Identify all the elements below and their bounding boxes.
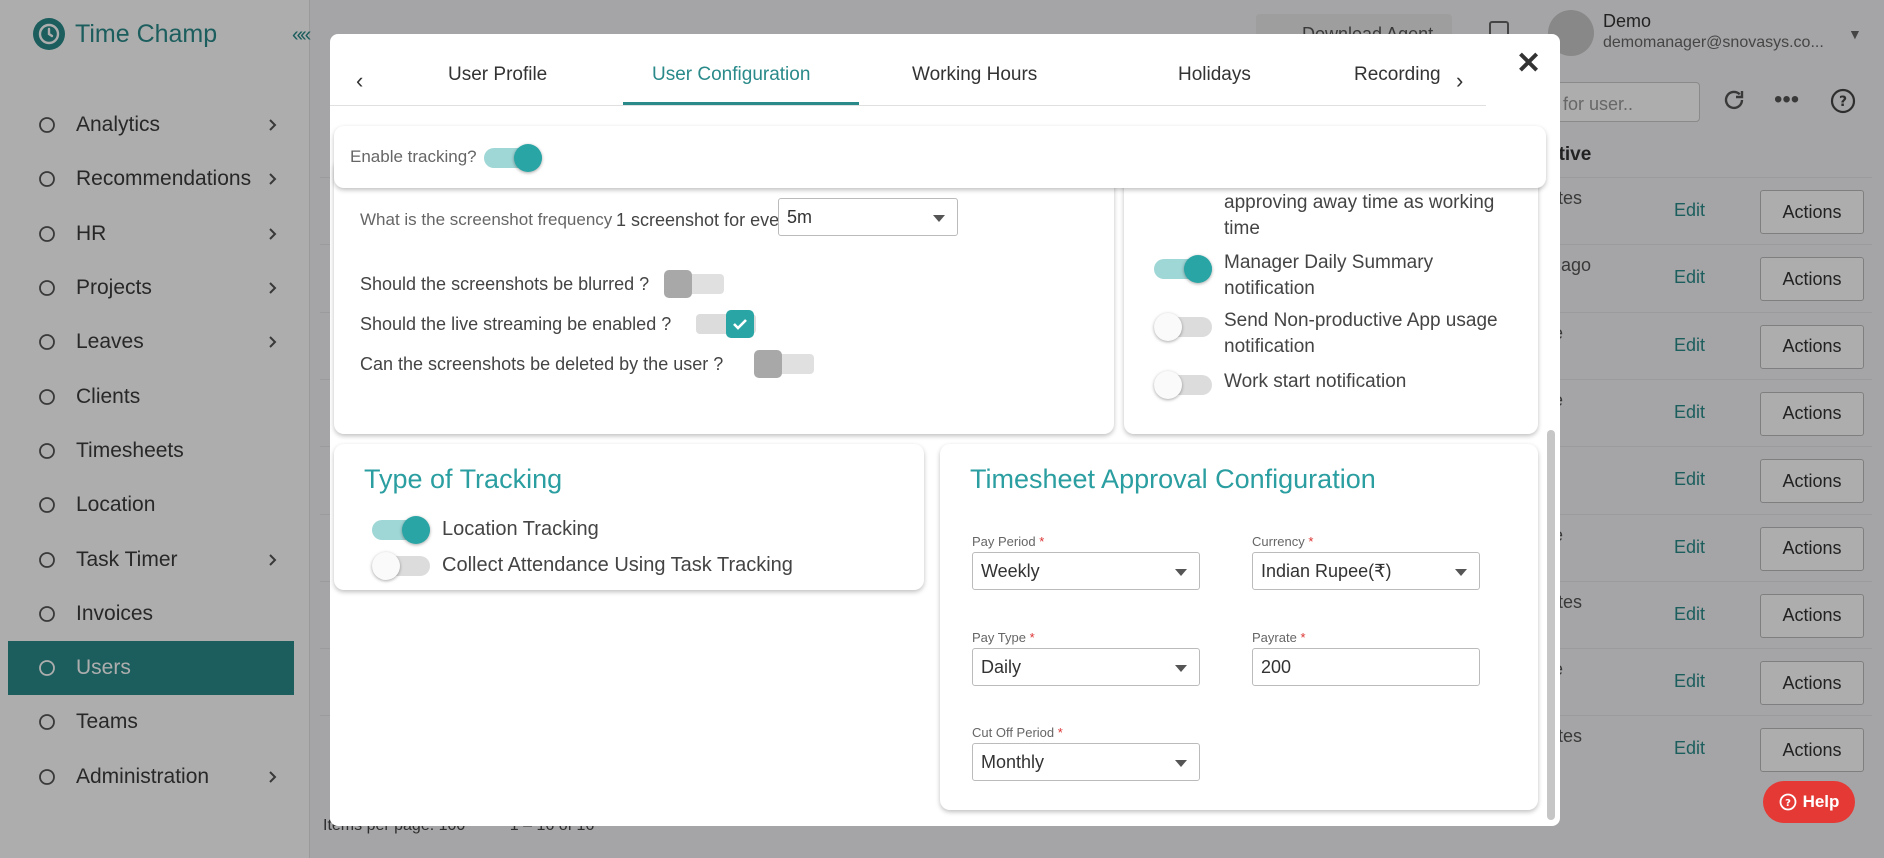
currency-label: Currency * (1252, 534, 1314, 549)
tab-recording[interactable]: Recording (1354, 64, 1441, 86)
timesheet-approval-card: Timesheet Approval Configuration Pay Per… (940, 444, 1538, 810)
non-productive-app-label: Send Non-productive App usage notificati… (1224, 310, 1498, 357)
help-circle-icon: ? (1779, 793, 1796, 811)
help-label: Help (1802, 792, 1840, 811)
caret-down-icon (933, 215, 945, 222)
notifications-card: approving away time as working time Mana… (1124, 158, 1538, 434)
svg-text:?: ? (1785, 798, 1791, 809)
currency-select[interactable]: Indian Rupee(₹) (1252, 552, 1480, 590)
manager-daily-summary-label: Manager Daily Summary notification (1224, 252, 1434, 299)
live-streaming-toggle[interactable] (696, 310, 756, 338)
work-start-label: Work start notification (1224, 371, 1407, 392)
currency-value: Indian Rupee(₹) (1261, 561, 1392, 581)
pay-period-select[interactable]: Weekly (972, 552, 1200, 590)
enable-tracking-bar: Enable tracking? (334, 126, 1546, 188)
delete-screenshots-toggle[interactable] (754, 350, 814, 378)
pay-type-value: Daily (981, 657, 1022, 677)
pay-period-label: Pay Period * (972, 534, 1045, 549)
cutoff-period-select[interactable]: Monthly (972, 743, 1200, 781)
user-settings-modal: ‹ User Profile User Configuration Workin… (330, 34, 1560, 826)
help-button[interactable]: ? Help (1763, 781, 1855, 823)
active-tab-indicator (623, 102, 859, 105)
blur-question: Should the screenshots be blurred ? (360, 274, 650, 294)
work-start-toggle[interactable] (1154, 369, 1212, 399)
location-tracking-label: Location Tracking (442, 518, 599, 540)
cutoff-period-value: Monthly (981, 752, 1045, 772)
screenshot-frequency-value: 5m (787, 207, 813, 227)
screenshot-frequency-select[interactable]: 5m (778, 198, 958, 236)
close-icon[interactable]: ✕ (1516, 46, 1541, 81)
tracking-type-title: Type of Tracking (364, 464, 563, 494)
payrate-value: 200 (1261, 657, 1292, 677)
enable-tracking-toggle[interactable] (484, 142, 542, 172)
delete-screenshots-question: Can the screenshots be deleted by the us… (360, 354, 724, 374)
tab-overflow-clip: Recording (1172, 34, 1462, 106)
pay-type-select[interactable]: Daily (972, 648, 1200, 686)
blur-toggle[interactable] (664, 270, 724, 298)
away-time-notification-label: approving away time as working time (1224, 192, 1495, 239)
caret-down-icon (1175, 665, 1187, 672)
payrate-label: Payrate * (1252, 630, 1306, 645)
live-streaming-question: Should the live streaming be enabled ? (360, 314, 672, 334)
pay-period-value: Weekly (981, 561, 1040, 581)
enable-tracking-label: Enable tracking? (350, 147, 477, 166)
task-tracking-attendance-label: Collect Attendance Using Task Tracking (442, 554, 793, 576)
screenshot-settings-card: What is the screenshot frequency 1 scree… (334, 158, 1114, 434)
payrate-input[interactable]: 200 (1252, 648, 1480, 686)
pay-type-label: Pay Type * (972, 630, 1035, 645)
non-productive-app-toggle[interactable] (1154, 311, 1212, 341)
tab-bar: ‹ User Profile User Configuration Workin… (330, 34, 1486, 106)
timesheet-approval-title: Timesheet Approval Configuration (970, 464, 1376, 494)
chevron-left-icon[interactable]: ‹ (356, 68, 363, 94)
tracking-type-card: Type of Tracking Location Tracking Colle… (334, 444, 924, 590)
caret-down-icon (1455, 569, 1467, 576)
modal-scrollbar[interactable] (1546, 194, 1556, 826)
location-tracking-toggle[interactable] (372, 514, 430, 544)
caret-down-icon (1175, 569, 1187, 576)
task-tracking-attendance-toggle[interactable] (372, 550, 430, 580)
check-icon (733, 319, 747, 330)
tab-user-configuration[interactable]: User Configuration (652, 64, 810, 86)
manager-daily-summary-toggle[interactable] (1154, 253, 1212, 283)
chevron-right-icon[interactable]: › (1456, 68, 1463, 94)
caret-down-icon (1175, 760, 1187, 767)
modal-scroll-area: What is the screenshot frequency 1 scree… (330, 158, 1560, 826)
modal-scrollbar-thumb[interactable] (1547, 430, 1555, 820)
tab-working-hours[interactable]: Working Hours (912, 64, 1037, 86)
screenshot-frequency-prefix: 1 screenshot for every (616, 210, 795, 230)
tab-user-profile[interactable]: User Profile (448, 64, 547, 86)
cutoff-period-label: Cut Off Period * (972, 725, 1063, 740)
screenshot-frequency-question: What is the screenshot frequency (360, 210, 613, 229)
